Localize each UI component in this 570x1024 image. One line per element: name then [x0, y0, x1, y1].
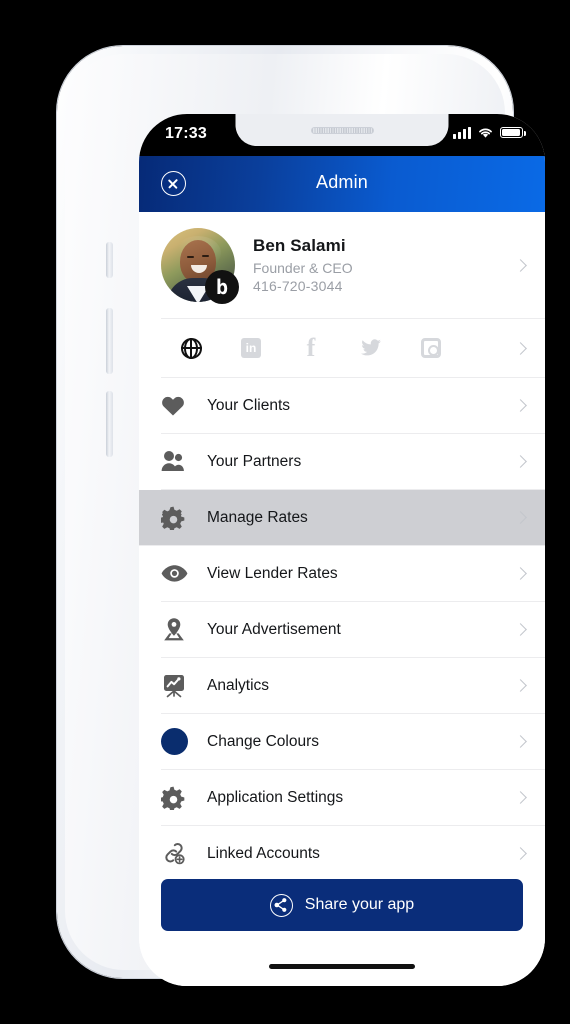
- earpiece-speaker: [310, 127, 374, 134]
- menu-item-your-advertisement[interactable]: Your Advertisement: [139, 602, 545, 657]
- menu-item-manage-rates[interactable]: Manage Rates: [139, 490, 545, 545]
- chevron-right-icon: [514, 847, 527, 860]
- chevron-right-icon: [514, 623, 527, 636]
- cellular-bars-icon: [453, 126, 471, 139]
- map-pin-icon: [161, 617, 195, 642]
- profile-details: Ben Salami Founder & CEO 416-720-3044: [253, 236, 516, 294]
- social-icons: in f: [161, 332, 516, 362]
- menu-item-label: View Lender Rates: [207, 564, 338, 582]
- gear-icon: [161, 785, 195, 810]
- menu-item-label: Application Settings: [207, 788, 344, 806]
- menu-item-label: Linked Accounts: [207, 844, 320, 862]
- facebook-icon-label: f: [306, 332, 316, 362]
- eye-icon: [161, 564, 195, 583]
- menu-item-label: Your Advertisement: [207, 620, 341, 638]
- wifi-icon: [479, 128, 492, 138]
- link-add-icon: [161, 841, 195, 866]
- menu-item-label: Your Clients: [207, 396, 291, 414]
- linkedin-icon-label: in: [241, 338, 261, 358]
- avatar: b: [161, 228, 239, 304]
- admin-menu-content: b Ben Salami Founder & CEO 416-720-3044 …: [139, 212, 545, 986]
- share-button-label: Share your app: [304, 896, 415, 913]
- menu-item-your-clients[interactable]: Your Clients: [139, 378, 545, 433]
- volume-down-button[interactable]: [106, 391, 113, 457]
- chevron-right-icon: [514, 511, 527, 524]
- menu-item-change-colours[interactable]: Change Colours: [139, 714, 545, 769]
- colour-swatch-icon: [161, 728, 195, 755]
- volume-up-button[interactable]: [106, 308, 113, 374]
- website-globe-icon[interactable]: [161, 337, 221, 359]
- brand-badge-label: b: [215, 275, 229, 299]
- phone-frame: 17:33 Admin b Ben Salami Founder & CEO 4…: [57, 46, 545, 986]
- menu-item-label: Analytics: [207, 676, 270, 694]
- profile-row[interactable]: b Ben Salami Founder & CEO 416-720-3044: [139, 212, 545, 318]
- home-indicator[interactable]: [269, 964, 415, 969]
- phone-screen: 17:33 Admin b Ben Salami Founder & CEO 4…: [139, 114, 545, 986]
- instagram-icon[interactable]: [401, 338, 461, 358]
- menu-item-your-partners[interactable]: Your Partners: [139, 434, 545, 489]
- menu-item-analytics[interactable]: Analytics: [139, 658, 545, 713]
- menu-item-label: Your Partners: [207, 452, 302, 470]
- chevron-right-icon: [514, 791, 527, 804]
- chevron-right-icon: [514, 341, 527, 355]
- chevron-right-icon: [514, 258, 527, 272]
- share-button-container: Share your app: [139, 879, 545, 931]
- menu-item-linked-accounts[interactable]: Linked Accounts: [139, 826, 545, 881]
- chevron-right-icon: [514, 679, 527, 692]
- gear-icon: [161, 505, 195, 530]
- battery-icon: [500, 126, 526, 139]
- profile-title: Founder & CEO: [253, 260, 353, 276]
- chevron-right-icon: [514, 567, 527, 580]
- silent-switch-button[interactable]: [106, 242, 113, 278]
- share-your-app-button[interactable]: Share your app: [161, 879, 523, 931]
- brand-badge-icon: b: [205, 270, 239, 304]
- users-icon: [161, 450, 195, 473]
- social-links-row[interactable]: in f: [139, 319, 545, 377]
- notch: [235, 114, 449, 146]
- twitter-bird-icon: [361, 339, 381, 356]
- chevron-right-icon: [514, 735, 527, 748]
- chevron-right-icon: [514, 455, 527, 468]
- profile-name: Ben Salami: [253, 236, 346, 255]
- twitter-icon[interactable]: [341, 339, 401, 357]
- page-title: Admin: [315, 172, 369, 192]
- heart-icon: [161, 395, 195, 417]
- menu-item-label: Change Colours: [207, 732, 320, 750]
- menu-item-view-lender-rates[interactable]: View Lender Rates: [139, 546, 545, 601]
- profile-phone: 416-720-3044: [253, 278, 343, 294]
- status-bar-icons: [453, 126, 526, 139]
- share-icon: [269, 893, 293, 917]
- linkedin-icon[interactable]: in: [221, 338, 281, 358]
- status-bar-time: 17:33: [165, 125, 207, 142]
- app-header: Admin: [139, 156, 545, 212]
- menu-item-label: Manage Rates: [207, 508, 308, 526]
- chevron-right-icon: [514, 399, 527, 412]
- chart-easel-icon: [161, 673, 195, 698]
- menu-item-application-settings[interactable]: Application Settings: [139, 770, 545, 825]
- facebook-icon[interactable]: f: [281, 332, 341, 362]
